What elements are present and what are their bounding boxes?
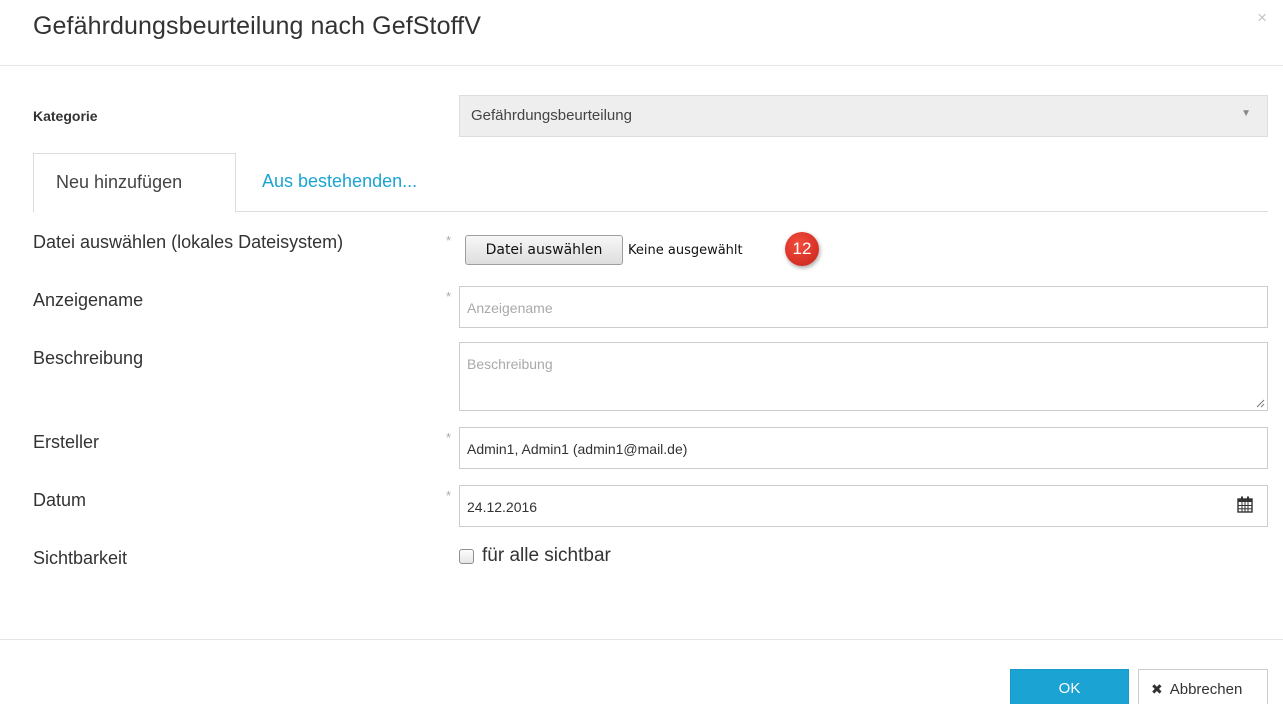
description-placeholder: Beschreibung (467, 356, 553, 372)
file-label: Datei auswählen (lokales Dateisystem) (33, 232, 344, 252)
chevron-down-icon: ▼ (1241, 108, 1251, 119)
display-name-placeholder: Anzeigename (467, 300, 553, 316)
dialog-title: Gefährdungsbeurteilung nach GefStoffV (33, 12, 481, 40)
choose-file-button[interactable]: Datei auswählen (465, 235, 623, 265)
step-badge: 12 (785, 232, 819, 266)
creator-field[interactable]: Admin1, Admin1 (admin1@mail.de) (459, 427, 1268, 469)
cancel-button-label: Abbrechen (1169, 681, 1243, 698)
footer-divider (0, 639, 1283, 640)
tab-existing[interactable]: Aus bestehenden... (262, 171, 417, 192)
creator-value: Admin1, Admin1 (admin1@mail.de) (467, 441, 688, 457)
close-icon: ✖ (1151, 681, 1163, 697)
close-icon[interactable]: × (1257, 8, 1267, 28)
display-name-label: Anzeigename (33, 290, 144, 310)
category-label: Kategorie (33, 108, 98, 124)
description-textarea[interactable]: Beschreibung (459, 342, 1268, 411)
dialog-header: Gefährdungsbeurteilung nach GefStoffV × (0, 0, 1283, 66)
category-select-value: Gefährdungsbeurteilung (471, 107, 632, 124)
display-name-field[interactable]: Anzeigename (459, 286, 1268, 328)
required-marker: * (446, 233, 452, 248)
category-select[interactable]: Gefährdungsbeurteilung ▼ (459, 95, 1268, 137)
visibility-checkbox[interactable] (459, 549, 474, 564)
ok-button[interactable]: OK (1010, 669, 1129, 704)
tab-bar: Neu hinzufügen Aus bestehenden... (33, 153, 1268, 213)
date-value: 24.12.2016 (467, 499, 538, 515)
description-label: Beschreibung (33, 348, 144, 368)
visibility-label: Sichtbarkeit (33, 548, 128, 568)
date-label: Datum (33, 490, 87, 510)
required-marker: * (446, 430, 452, 445)
date-field[interactable]: 24.12.2016 (459, 485, 1268, 527)
tab-new[interactable]: Neu hinzufügen (33, 153, 236, 213)
file-status: Keine ausgewählt (628, 243, 743, 258)
cancel-button[interactable]: ✖ Abbrechen (1138, 669, 1268, 704)
resize-handle-icon[interactable] (1256, 399, 1265, 408)
visibility-checkbox-label[interactable]: für alle sichtbar (482, 545, 611, 567)
creator-label: Ersteller (33, 432, 100, 452)
required-marker: * (446, 488, 452, 503)
calendar-icon[interactable] (1237, 496, 1253, 513)
required-marker: * (446, 289, 452, 304)
